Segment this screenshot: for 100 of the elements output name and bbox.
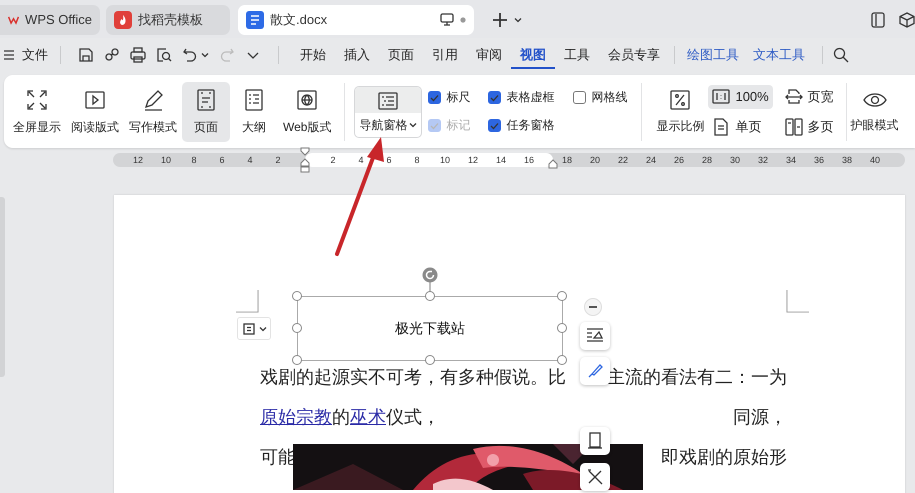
ribbon-tab[interactable]: 页面 (379, 40, 423, 69)
check-icon (490, 122, 500, 130)
checkbox-label: 网格线 (591, 89, 628, 106)
resize-handle[interactable] (424, 291, 434, 301)
view-button[interactable]: 全屏显示 (8, 82, 66, 142)
layout-options-button[interactable] (237, 317, 271, 340)
undo-icon (182, 46, 198, 62)
body-text: 原始宗教的巫术仪式， (260, 406, 440, 429)
chevron-icon (201, 52, 209, 58)
check-icon (490, 94, 500, 102)
body-text: 同源， (733, 406, 787, 429)
floating-toolbar-button[interactable] (580, 427, 610, 455)
collapse-icon (584, 298, 602, 316)
zoom-option[interactable]: 页宽 (780, 84, 838, 108)
layout-icon (242, 322, 256, 336)
resize-handle[interactable] (292, 291, 302, 301)
document-icon (246, 10, 264, 28)
check-icon (430, 94, 440, 102)
frame-icon (586, 432, 604, 450)
checkbox-label: 表格虚框 (506, 89, 554, 106)
view-button[interactable]: 大纲 (230, 82, 278, 142)
floating-toolbar-button[interactable] (580, 322, 610, 350)
view-button[interactable]: Web版式 (278, 82, 336, 142)
chevron-icon (514, 16, 522, 22)
zoom-option[interactable]: 100% (708, 84, 773, 108)
view-button[interactable]: 写作模式 (124, 82, 182, 142)
zoom-option[interactable]: 单页 (708, 114, 773, 138)
menu-icon (4, 50, 14, 60)
save-icon (78, 46, 94, 62)
search-icon (833, 46, 849, 62)
resize-handle[interactable] (292, 323, 302, 333)
view-button[interactable]: 页面 (182, 82, 230, 142)
percent-icon (670, 90, 690, 110)
dot-icon (460, 16, 466, 22)
checkbox[interactable] (428, 91, 442, 104)
flame-icon (114, 10, 132, 28)
cube-icon (899, 12, 915, 28)
actual-size-icon (712, 88, 730, 106)
ribbon-tab[interactable]: 审阅 (467, 40, 511, 69)
zoom-option[interactable]: 多页 (780, 114, 838, 138)
print-preview-icon (156, 46, 172, 62)
pen-icon (142, 88, 164, 110)
window-tab[interactable]: 散文.docx (238, 4, 474, 34)
fullscreen-icon (26, 88, 48, 110)
single-page-icon (712, 118, 730, 136)
body-text: 戏剧的起源实不可考，有多种假说。比 (260, 366, 566, 389)
page-width-icon (784, 88, 803, 106)
ribbon-tab[interactable]: 工具 (555, 40, 599, 69)
ribbon-tab[interactable]: 插入 (335, 40, 379, 69)
text-link[interactable]: 原始宗教 (260, 407, 332, 428)
ribbon-tab[interactable]: 引用 (423, 40, 467, 69)
zoom-button[interactable]: 显示比例 (650, 82, 708, 140)
plus-icon (492, 12, 508, 28)
context-tab[interactable]: 绘图工具 (680, 40, 746, 70)
resize-handle[interactable] (292, 355, 302, 365)
text-link[interactable]: 巫术 (350, 407, 386, 428)
check-icon (430, 122, 440, 130)
link-icon (104, 46, 120, 62)
navigation-pane-button[interactable]: 导航窗格 (354, 86, 422, 138)
eye-icon (862, 90, 887, 108)
chevron-icon (409, 122, 418, 128)
redo-icon (219, 46, 235, 62)
file-menu-button[interactable]: 文件 (4, 46, 48, 64)
view-button[interactable]: 阅读版式 (66, 82, 124, 142)
horizontal-ruler[interactable]: 12 10 8 6 4 2 2 4 6 8 10 12 14 16 18 20 22 24 26 28 30 32 34 36 38 40 (113, 153, 905, 167)
page-icon (195, 88, 217, 110)
body-text: 即戏剧的原始形 (661, 446, 787, 469)
window-tab[interactable]: WPS Office (0, 4, 100, 34)
new-tab-button[interactable] (492, 12, 522, 28)
resize-handle[interactable] (557, 323, 567, 333)
crossed-tools-icon (586, 468, 604, 486)
chevron-icon (258, 326, 266, 332)
resize-handle[interactable] (557, 291, 567, 301)
body-text: 主流的看法有二：一为 (607, 366, 787, 389)
checkbox[interactable] (488, 119, 502, 132)
tablet-icon (871, 12, 885, 28)
play-icon (84, 88, 106, 110)
ribbon-tab[interactable]: 会员专享 (599, 40, 669, 69)
ribbon-tab[interactable]: 开始 (291, 40, 335, 69)
print-icon (130, 46, 146, 62)
outline-icon (243, 88, 265, 110)
checkbox-label: 任务窗格 (506, 117, 554, 134)
window-tab[interactable]: 找稻壳模板 (106, 4, 230, 34)
globe-icon (296, 88, 318, 110)
checkbox-label: 标记 (446, 117, 470, 134)
indent-marker-icon (548, 159, 558, 169)
resize-handle[interactable] (424, 355, 434, 365)
multi-page-icon (784, 118, 803, 136)
resize-handle[interactable] (557, 355, 567, 365)
context-tab[interactable]: 文本工具 (746, 40, 812, 70)
corner-mark (786, 290, 809, 313)
floating-toolbar-button[interactable] (580, 463, 610, 491)
list-icon (378, 92, 398, 110)
text-box-text: 极光下载站 (395, 320, 465, 338)
ribbon-tab[interactable]: 视图 (511, 40, 555, 69)
checkbox[interactable] (488, 91, 502, 104)
monitor-icon (440, 13, 454, 26)
eye-protection-button[interactable]: 护眼模式 (850, 84, 899, 140)
brush-icon (586, 362, 604, 380)
checkbox[interactable] (573, 91, 586, 104)
